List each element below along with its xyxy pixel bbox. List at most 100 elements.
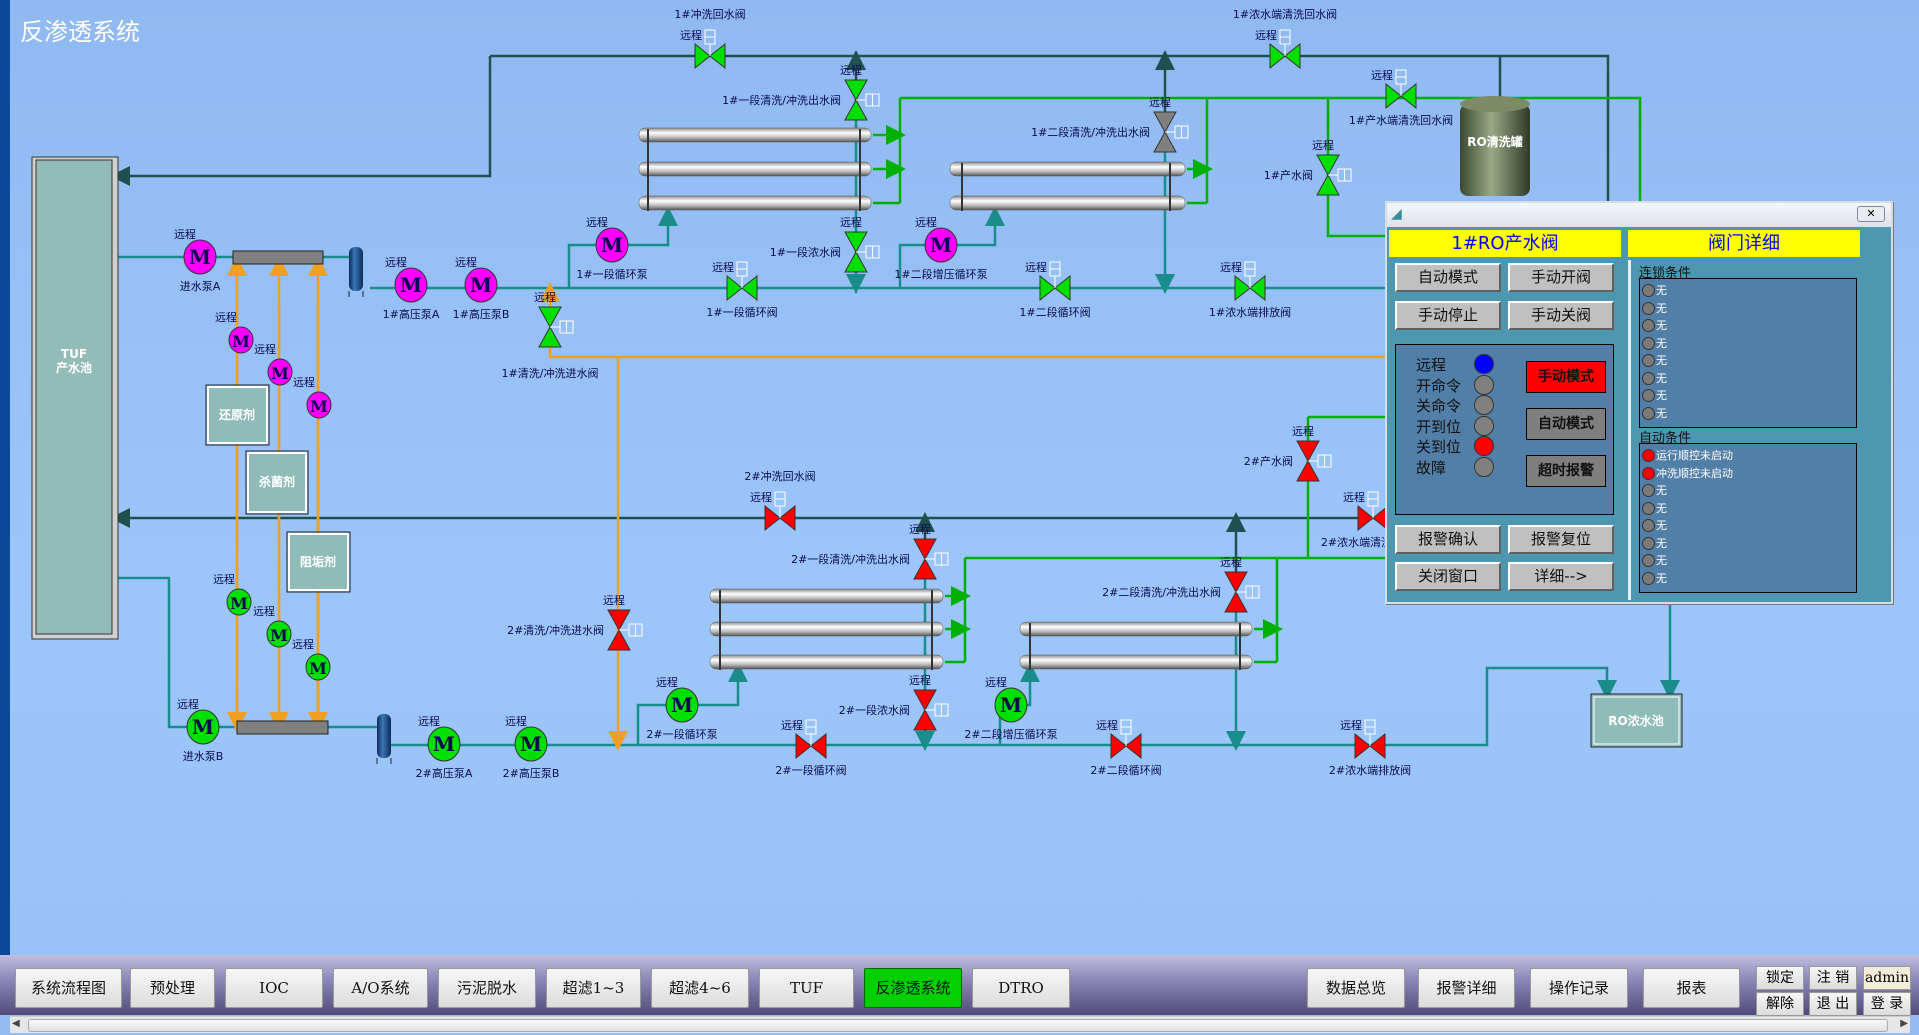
- nav-right-1[interactable]: 数据总览: [1307, 968, 1405, 1008]
- pump-13[interactable]: M 远程 2#二段增压循环泵: [964, 676, 1057, 741]
- pump-1[interactable]: M 远程进水泵A: [174, 228, 221, 293]
- mode-indicator-2[interactable]: 自动模式: [1526, 408, 1606, 440]
- tuf-product-pool[interactable]: TUF 产水池: [31, 156, 119, 640]
- mode-indicator-1[interactable]: 手动模式: [1526, 361, 1606, 393]
- valve-11[interactable]: 远程 1#浓水端排放阀: [1209, 261, 1291, 319]
- valve-label: 1#浓水端排放阀: [1209, 305, 1291, 319]
- nav-tab-10[interactable]: DTRO: [972, 968, 1070, 1008]
- status-label: 关到位: [1416, 438, 1462, 456]
- pump-15[interactable]: M 远程: [253, 605, 292, 648]
- ro-cleaning-tank[interactable]: RO清洗罐: [1460, 96, 1530, 196]
- pump-9[interactable]: M 远程进水泵B: [177, 698, 223, 763]
- horizontal-scrollbar[interactable]: ◀ ▶: [10, 1016, 1910, 1033]
- valve-10[interactable]: 远程 1#二段循环阀: [1019, 261, 1090, 319]
- status-row: 关命令: [1396, 395, 1516, 415]
- motor-glyph: M: [1000, 693, 1022, 717]
- nav-tab-6[interactable]: 超滤1~3: [546, 968, 641, 1008]
- remote-label: 远程: [1371, 69, 1393, 82]
- valve-2[interactable]: 远程 1#浓水端清洗回水阀: [1233, 7, 1337, 70]
- session-button-4[interactable]: 退 出: [1809, 992, 1857, 1016]
- pump-14[interactable]: M 远程: [213, 573, 252, 616]
- auto-mode-button[interactable]: 自动模式: [1395, 263, 1501, 292]
- scroll-thumb[interactable]: [28, 1019, 1888, 1032]
- manual-close-button[interactable]: 手动关阀: [1508, 301, 1614, 330]
- pump-12[interactable]: M 远程 2#一段循环泵: [646, 676, 717, 741]
- session-button-5[interactable]: admin: [1863, 966, 1911, 990]
- manual-open-button[interactable]: 手动开阀: [1508, 263, 1614, 292]
- nav-tab-1[interactable]: 系统流程图: [15, 968, 122, 1008]
- condition-item: 无: [1640, 318, 1856, 333]
- alarm-reset-button[interactable]: 报警复位: [1508, 525, 1614, 554]
- alarm-ack-button[interactable]: 报警确认: [1395, 525, 1501, 554]
- close-icon[interactable]: ✕: [1857, 206, 1885, 222]
- cartridge-filter-1: [232, 250, 324, 265]
- scroll-left-icon[interactable]: ◀: [12, 1018, 20, 1029]
- condition-item: 无: [1640, 501, 1856, 516]
- valve-16[interactable]: 远程 2#二段清洗/冲洗出水阀: [1102, 556, 1260, 613]
- manual-stop-button[interactable]: 手动停止: [1395, 301, 1501, 330]
- antiscalant-tank[interactable]: 阻垢剂: [286, 531, 351, 593]
- condition-item: 无: [1640, 388, 1856, 403]
- valve-20[interactable]: 远程 2#二段循环阀: [1090, 719, 1161, 777]
- valve-14[interactable]: 远程 2#产水阀: [1244, 425, 1332, 482]
- valve-17[interactable]: 远程 2#清洗/冲洗进水阀: [507, 594, 643, 651]
- valve-7[interactable]: 远程 1#一段浓水阀: [770, 216, 880, 273]
- condition-item: 无: [1640, 536, 1856, 551]
- remote-label: 远程: [586, 216, 608, 229]
- antiscalant-label: 阻垢剂: [300, 554, 336, 569]
- nav-right-3[interactable]: 操作记录: [1530, 968, 1628, 1008]
- pump-8[interactable]: M 远程: [293, 376, 332, 419]
- mode-indicator-3[interactable]: 超时报警: [1526, 455, 1606, 487]
- valve-1[interactable]: 远程 1#冲洗回水阀: [674, 7, 746, 70]
- scroll-right-icon[interactable]: ▶: [1900, 1018, 1908, 1029]
- pump-7[interactable]: M 远程: [254, 343, 293, 386]
- pump-5[interactable]: M 远程 1#二段增压循环泵: [894, 216, 987, 281]
- valve-15[interactable]: 远程 2#一段清洗/冲洗出水阀: [791, 523, 949, 580]
- close-window-button[interactable]: 关闭窗口: [1395, 562, 1501, 591]
- status-lamp-icon: [1474, 436, 1494, 456]
- nav-tab-3[interactable]: IOC: [225, 968, 323, 1008]
- detail-button[interactable]: 详细-->: [1508, 562, 1614, 591]
- biocide-tank[interactable]: 杀菌剂: [245, 450, 309, 515]
- valve-9[interactable]: 远程 1#一段循环阀: [706, 261, 777, 319]
- valve-6[interactable]: 远程 1#产水阀: [1264, 139, 1352, 196]
- valve-4[interactable]: 远程 1#二段清洗/冲洗出水阀: [1031, 96, 1189, 153]
- nav-right-4[interactable]: 报表: [1643, 968, 1740, 1008]
- nav-tab-2[interactable]: 预处理: [130, 968, 215, 1008]
- remote-label: 远程: [1292, 425, 1314, 438]
- session-button-3[interactable]: 注 销: [1809, 966, 1857, 990]
- valve-label: 1#清洗/冲洗进水阀: [502, 366, 599, 380]
- condition-lamp-icon: [1642, 284, 1655, 297]
- valve-12[interactable]: 远程 2#冲洗回水阀: [744, 469, 816, 532]
- dialog-titlebar[interactable]: ◢ ✕: [1387, 203, 1891, 227]
- remote-label: 远程: [292, 638, 314, 651]
- status-lamp-icon: [1474, 415, 1494, 436]
- valve-21[interactable]: 远程 2#浓水端排放阀: [1329, 719, 1411, 777]
- session-button-2[interactable]: 解除: [1756, 992, 1804, 1016]
- ro-concentrate-pool[interactable]: RO浓水池: [1590, 693, 1683, 748]
- pump-11[interactable]: M 远程 2#高压泵B: [503, 715, 560, 780]
- cartridge-filter-2: [236, 720, 329, 735]
- pump-10[interactable]: M 远程 2#高压泵A: [416, 715, 473, 780]
- nav-right-2[interactable]: 报警详细: [1418, 968, 1515, 1008]
- pump-6[interactable]: M 远程: [215, 311, 254, 354]
- status-row: 关到位: [1396, 436, 1516, 456]
- session-button-1[interactable]: 锁定: [1756, 966, 1804, 990]
- pump-4[interactable]: M 远程 1#一段循环泵: [576, 216, 647, 281]
- pump-16[interactable]: M 远程: [292, 638, 331, 681]
- valve-label: 1#冲洗回水阀: [674, 7, 745, 21]
- nav-tab-5[interactable]: 污泥脱水: [438, 968, 536, 1008]
- valve-19[interactable]: 远程 2#一段循环阀: [775, 719, 846, 777]
- nav-tab-4[interactable]: A/O系统: [333, 968, 428, 1008]
- status-label: 开到位: [1416, 417, 1462, 436]
- remote-label: 远程: [1149, 96, 1171, 109]
- reducer-tank[interactable]: 还原剂: [205, 384, 270, 446]
- nav-tab-8[interactable]: TUF: [759, 968, 854, 1008]
- valve-18[interactable]: 远程 2#一段浓水阀: [839, 674, 949, 731]
- session-button-6[interactable]: 登 录: [1863, 992, 1911, 1016]
- nav-tab-7[interactable]: 超滤4~6: [651, 968, 749, 1008]
- divider: [1628, 260, 1631, 600]
- remote-label: 远程: [1096, 719, 1118, 732]
- nav-tab-9[interactable]: 反渗透系统: [864, 968, 962, 1008]
- valve-3[interactable]: 远程 1#一段清洗/冲洗出水阀: [722, 64, 880, 121]
